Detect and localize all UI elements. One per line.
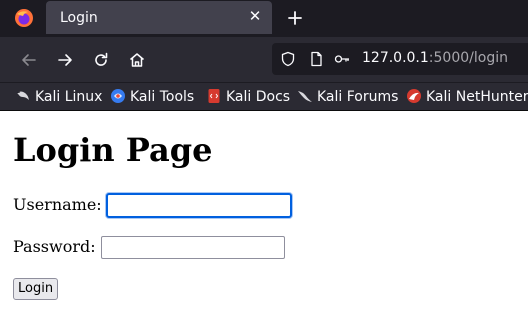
firefox-icon[interactable] [14,8,34,28]
login-button[interactable]: Login [13,278,59,300]
password-input[interactable] [101,236,285,259]
bookmark-label: Kali NetHunter [426,89,528,105]
tab-login[interactable]: Login ✕ [46,1,272,34]
bookmark-label: Kali Tools [130,89,195,105]
bookmark-kali-docs[interactable]: Kali Docs [206,87,290,107]
shield-icon[interactable] [280,51,296,67]
url-host: 127.0.0.1 [362,50,429,66]
url-bar[interactable]: 127.0.0.1:5000/login [272,43,528,75]
kali-docs-icon [208,89,220,103]
key-icon[interactable] [334,51,350,67]
home-icon[interactable] [127,50,147,70]
password-label: Password: [13,237,96,256]
kali-dragon-icon [16,91,29,100]
url-text[interactable]: 127.0.0.1:5000/login [362,50,508,66]
bookmarks-toolbar: Kali Linux Kali Tools Kali Docs Kali For… [0,83,528,111]
tab-bar: Login ✕ [0,0,528,37]
kali-nethunter-icon [407,89,421,103]
plus-icon[interactable] [284,7,306,29]
bookmark-kali-nethunter[interactable]: Kali NetHunter [406,87,528,107]
bookmark-label: Kali Forums [317,89,399,105]
kali-tools-icon [111,89,125,103]
page-icon[interactable] [308,51,324,67]
forward-arrow-icon[interactable] [55,50,75,70]
reload-icon[interactable] [91,50,111,70]
url-path: :5000/login [428,50,508,66]
bookmark-label: Kali Linux [35,89,103,105]
bookmark-kali-forums[interactable]: Kali Forums [297,87,398,107]
close-tab-icon[interactable]: ✕ [246,7,264,25]
tab-title: Login [60,10,98,26]
username-input[interactable] [106,193,292,218]
bookmark-kali-linux[interactable]: Kali Linux [15,87,102,107]
bookmark-kali-tools[interactable]: Kali Tools [110,87,194,107]
username-label: Username: [13,195,102,214]
kali-forums-icon [298,91,312,102]
bookmark-label: Kali Docs [226,89,291,105]
page-title: Login Page [13,131,213,169]
page-content: Login Page Username: Password: Login [0,111,528,310]
back-arrow-icon[interactable] [19,50,39,70]
nav-toolbar: 127.0.0.1:5000/login [0,37,528,83]
